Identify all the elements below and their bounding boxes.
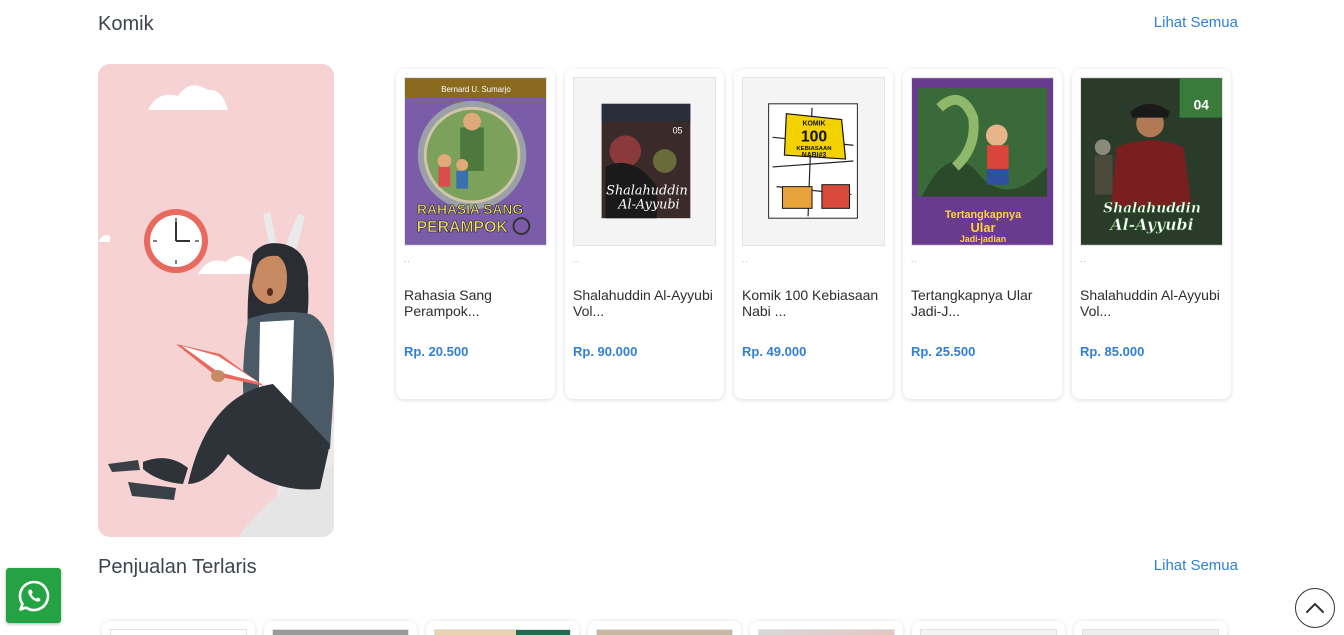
product-card[interactable] [264, 621, 417, 635]
product-name[interactable]: Komik 100 Kebiasaan Nabi ... [742, 287, 887, 319]
svg-text:KOMIK: KOMIK [803, 121, 826, 128]
section-title-terlaris: Penjualan Terlaris [98, 556, 257, 578]
product-card[interactable]: Bernard U. Sumarjo RAHASIA SANG PERAMPOK… [396, 69, 555, 399]
scroll-to-top-button[interactable] [1295, 588, 1335, 628]
svg-text:Jadi-jadian: Jadi-jadian [960, 234, 1006, 244]
svg-text:Shalahuddin: Shalahuddin [606, 184, 688, 199]
chevron-up-icon [1306, 603, 1324, 613]
product-card[interactable] [588, 621, 741, 635]
product-cover-image[interactable] [434, 629, 571, 635]
product-cover-image[interactable] [758, 629, 895, 635]
product-cover-image[interactable]: Tertangkapnya Ular Jadi-jadian [911, 77, 1054, 246]
product-price: Rp. 49.000 [742, 344, 807, 359]
product-cover-image[interactable]: 05 Shalahuddin Al-Ayyubi [573, 77, 716, 246]
svg-text:PERAMPOK: PERAMPOK [417, 219, 509, 236]
product-cover-image[interactable]: 04 Shalahuddin Al-Ayyubi [1080, 77, 1223, 246]
product-cover-image[interactable]: Bernard U. Sumarjo RAHASIA SANG PERAMPOK [404, 77, 547, 246]
product-card[interactable] [912, 621, 1065, 635]
product-meta: .. [911, 255, 918, 264]
product-cover-image[interactable]: KOMIK 100 KEBIASAAN NABI#3 [742, 77, 885, 246]
svg-text:Shalahuddin: Shalahuddin [1103, 200, 1201, 216]
product-price: Rp. 25.500 [911, 344, 976, 359]
product-card[interactable]: 05 Shalahuddin Al-Ayyubi .. Shalahuddin … [565, 69, 724, 399]
product-name[interactable]: Shalahuddin Al-Ayyubi Vol... [573, 287, 718, 319]
svg-text:Ular: Ular [971, 220, 996, 235]
product-card[interactable] [102, 621, 255, 635]
product-card[interactable]: KOMIK 100 KEBIASAAN NABI#3 .. Komik 100 … [734, 69, 893, 399]
product-cover-image[interactable] [920, 629, 1057, 635]
see-all-komik-link[interactable]: Lihat Semua [1154, 14, 1238, 31]
see-all-terlaris-link[interactable]: Lihat Semua [1154, 557, 1238, 574]
svg-text:04: 04 [1194, 98, 1210, 113]
product-card[interactable] [1074, 621, 1227, 635]
svg-text:Al-Ayyubi: Al-Ayyubi [1108, 215, 1193, 234]
product-price: Rp. 85.000 [1080, 344, 1145, 359]
product-name[interactable]: Shalahuddin Al-Ayyubi Vol... [1080, 287, 1225, 319]
product-meta: .. [1080, 255, 1087, 264]
terlaris-product-list [102, 621, 1227, 635]
komik-product-list: Bernard U. Sumarjo RAHASIA SANG PERAMPOK… [396, 69, 1231, 399]
product-card[interactable]: Tertangkapnya Ular Jadi-jadian .. Tertan… [903, 69, 1062, 399]
svg-text:100: 100 [801, 128, 828, 145]
product-cover-image[interactable] [110, 629, 247, 635]
product-cover-image[interactable] [272, 629, 409, 635]
whatsapp-icon [18, 580, 49, 611]
svg-text:05: 05 [673, 125, 683, 135]
product-name[interactable]: Rahasia Sang Perampok... [404, 287, 549, 319]
product-cover-image[interactable] [596, 629, 733, 635]
svg-text:Al-Ayyubi: Al-Ayyubi [617, 197, 679, 212]
product-meta: .. [573, 255, 580, 264]
section-title-komik: Komik [98, 13, 154, 35]
product-cover-image[interactable] [1082, 629, 1219, 635]
product-card[interactable]: 04 Shalahuddin Al-Ayyubi .. Shalahuddin … [1072, 69, 1231, 399]
svg-text:Bernard U. Sumarjo: Bernard U. Sumarjo [441, 85, 511, 94]
product-meta: .. [742, 255, 749, 264]
whatsapp-button[interactable] [6, 568, 61, 623]
product-card[interactable] [426, 621, 579, 635]
komik-banner-illustration[interactable] [98, 64, 334, 537]
product-name[interactable]: Tertangkapnya Ular Jadi-J... [911, 287, 1056, 319]
svg-text:NABI#3: NABI#3 [802, 152, 827, 159]
product-card[interactable] [750, 621, 903, 635]
svg-text:RAHASIA SANG: RAHASIA SANG [417, 202, 523, 217]
product-price: Rp. 90.000 [573, 344, 638, 359]
product-price: Rp. 20.500 [404, 344, 469, 359]
product-meta: .. [404, 255, 411, 264]
